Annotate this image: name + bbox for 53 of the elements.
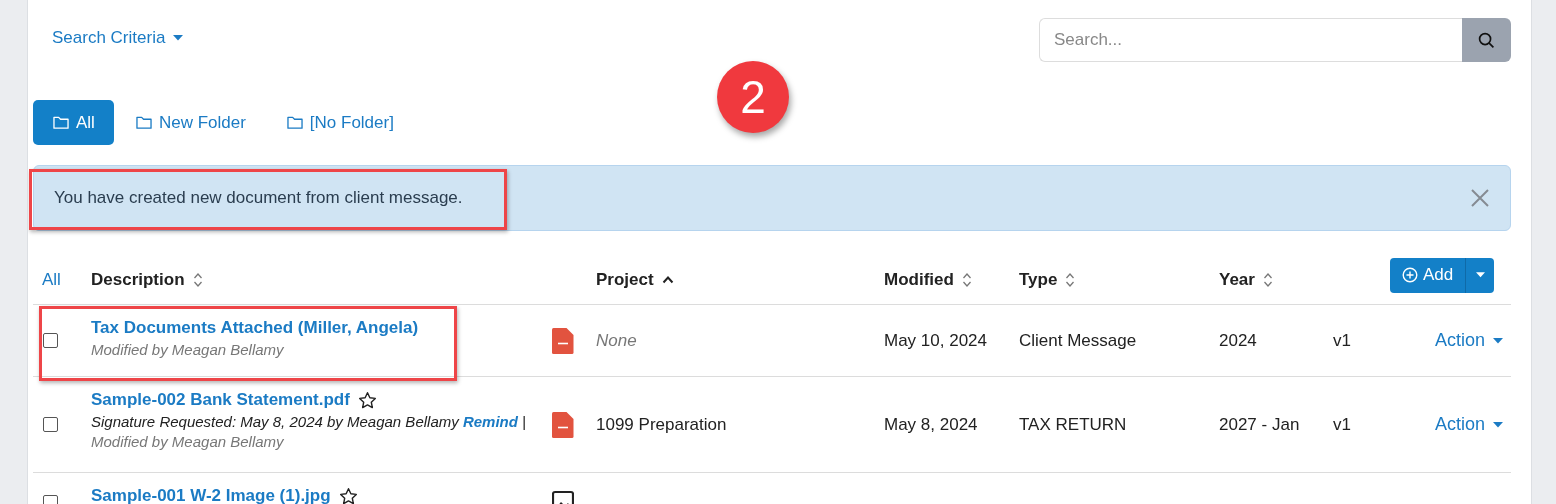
action-dropdown[interactable]: Action [1434, 414, 1503, 435]
modified-by-note: Modified by Meagan Bellamy [91, 341, 285, 358]
search-criteria-dropdown[interactable]: Search Criteria [52, 28, 184, 48]
select-all-link[interactable]: All [33, 270, 91, 290]
folder-icon [285, 115, 304, 130]
row-checkbox[interactable] [43, 333, 58, 348]
star-icon[interactable] [338, 486, 358, 504]
close-button[interactable] [1470, 188, 1490, 208]
add-menu-button[interactable] [1465, 257, 1495, 293]
column-header[interactable]: Year [1219, 270, 1333, 290]
caret-icon [1493, 421, 1503, 428]
project-cell-text: 1099 Preparation [596, 414, 728, 435]
document-link[interactable]: Sample-001 W-2 Image (1).jpg [91, 486, 331, 504]
caret-icon [1493, 337, 1503, 344]
pdf-file-icon [552, 411, 574, 438]
close-icon [1470, 188, 1490, 208]
folder-tab[interactable]: All [33, 100, 114, 145]
separator: | [522, 413, 526, 430]
version-cell-text: v1 [1333, 414, 1352, 435]
caret-icon [173, 35, 184, 41]
pdf-file-icon [552, 327, 574, 354]
year-cell-text: 2024 [1219, 330, 1258, 351]
folder-tab[interactable]: New Folder [115, 100, 265, 145]
modified-date-cell-text: May 10, 2024 [884, 330, 988, 351]
step-badge: 2 [717, 61, 789, 133]
search-icon [1478, 31, 1495, 49]
plus-circle-icon [1402, 267, 1418, 283]
search-button[interactable] [1462, 18, 1511, 62]
year-cell-text: 2027 - Jan [1219, 414, 1301, 435]
column-header[interactable]: Type [1019, 270, 1219, 290]
folder-icon [52, 115, 70, 130]
document-link[interactable]: Sample-002 Bank Statement.pdf [91, 390, 350, 410]
action-dropdown[interactable]: Action [1434, 330, 1503, 351]
column-header[interactable]: Project [596, 270, 884, 290]
remind-link[interactable]: Remind [462, 413, 518, 430]
modified-date-cell-text: May 8, 2024 [884, 414, 979, 435]
star-icon[interactable] [357, 390, 377, 410]
document-link[interactable]: Tax Documents Attached (Miller, Angela) [91, 318, 419, 338]
column-header[interactable]: Modified [884, 270, 1019, 290]
search-field[interactable]: Search... [1039, 18, 1462, 62]
column-header[interactable]: Description [91, 270, 552, 290]
type-cell-text: TAX RETURN [1019, 414, 1128, 435]
caret-icon [1475, 272, 1485, 278]
signature-status: Signature Requested: May 8, 2024 by Meagan Bellamy [91, 413, 459, 430]
folder-icon [134, 115, 153, 130]
add-button[interactable]: Add [1390, 257, 1466, 293]
modified-by-note: Modified by Meagan Bellamy [91, 433, 285, 450]
row-checkbox[interactable] [43, 417, 58, 432]
project-cell-text: None [596, 330, 638, 351]
version-cell-text: v1 [1333, 330, 1352, 351]
alert-message: You have created new document from client message. [54, 188, 463, 208]
folder-tab[interactable]: [No Folder] [266, 100, 413, 145]
type-cell-text: Client Message [1019, 330, 1138, 351]
